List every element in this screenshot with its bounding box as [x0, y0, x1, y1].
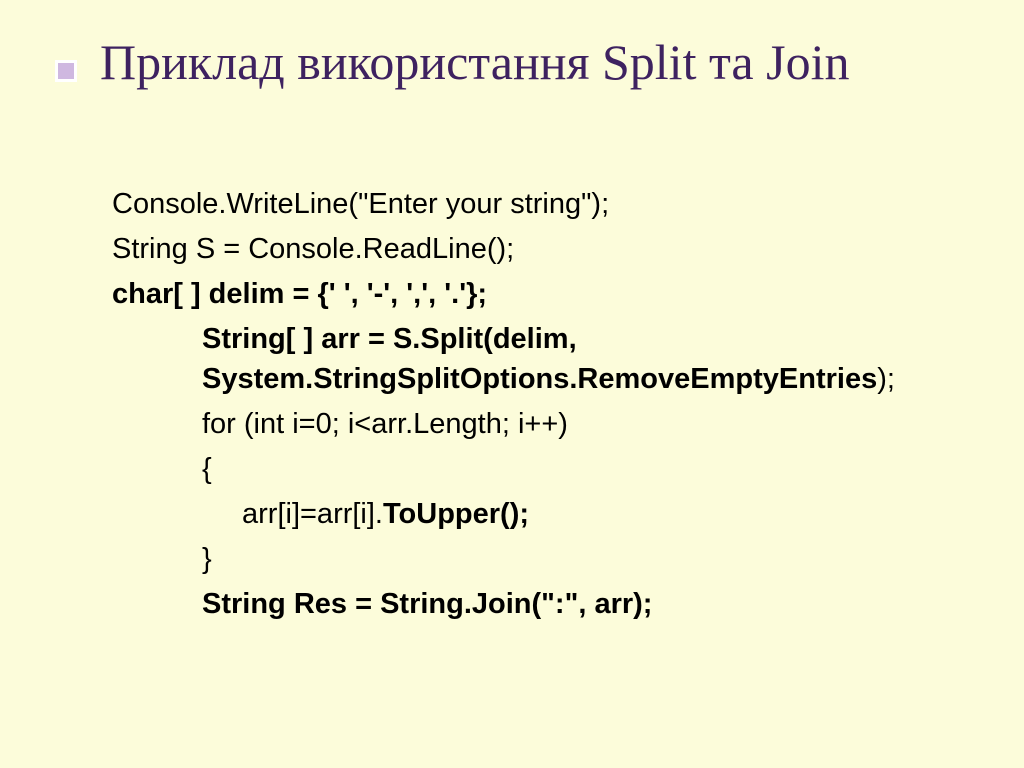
code-line: String S = Console.ReadLine(); — [112, 230, 932, 269]
slide-body: Console.WriteLine("Enter your string"); … — [112, 185, 932, 630]
code-span: arr[i]=arr[i]. — [242, 498, 383, 530]
slide: Приклад використання Split та Join Conso… — [0, 0, 1024, 768]
code-span: ToUpper(); — [383, 498, 529, 530]
code-line: String Res = String.Join(":", arr); — [112, 585, 932, 624]
title-bullet-icon — [55, 60, 77, 82]
code-line: arr[i]=arr[i].ToUpper(); — [112, 495, 932, 534]
code-line: String[ ] arr = S.Split(delim, System.St… — [112, 320, 932, 398]
code-line: char[ ] delim = {' ', '-', ',', '.'}; — [112, 275, 932, 314]
code-line: } — [112, 540, 932, 579]
code-line: { — [112, 450, 932, 489]
code-line: for (int i=0; i<arr.Length; i++) — [112, 405, 932, 444]
slide-title: Приклад використання Split та Join — [100, 34, 970, 92]
code-span: ); — [877, 363, 895, 395]
code-line: Console.WriteLine("Enter your string"); — [112, 185, 932, 224]
code-span: String[ ] arr = S.Split(delim, System.St… — [202, 323, 877, 394]
